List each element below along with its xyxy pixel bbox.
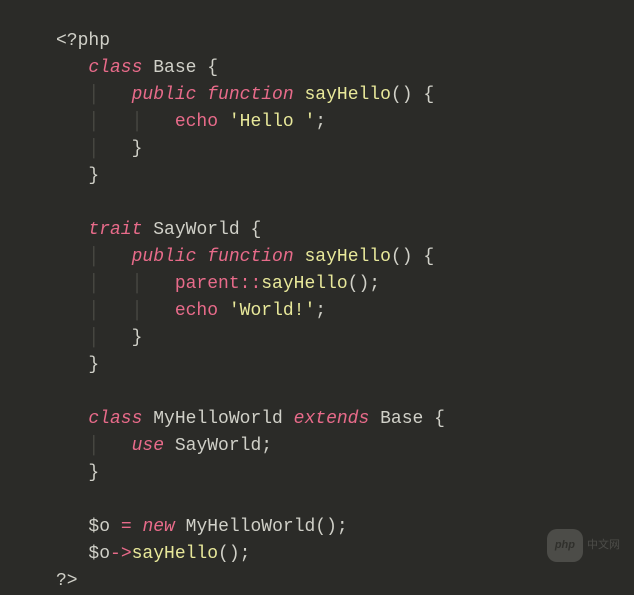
code-line: │ use SayWorld; bbox=[56, 433, 634, 460]
class-name: MyHelloWorld bbox=[186, 517, 316, 537]
trait-name: SayWorld bbox=[153, 220, 239, 240]
code-line: } bbox=[56, 163, 634, 190]
code-block: <?php class Base { │ public function say… bbox=[56, 28, 634, 595]
code-line: │ } bbox=[56, 325, 634, 352]
keyword-extends: extends bbox=[294, 409, 370, 429]
code-line: <?php bbox=[56, 28, 634, 55]
operator: = bbox=[121, 517, 132, 537]
code-line: class Base { bbox=[56, 55, 634, 82]
code-line: } bbox=[56, 352, 634, 379]
brace: { bbox=[423, 247, 434, 267]
semicolon: ; bbox=[369, 274, 380, 294]
string-literal: 'Hello ' bbox=[229, 112, 315, 132]
brace: } bbox=[132, 139, 143, 159]
brace: { bbox=[250, 220, 261, 240]
arrow-op: -> bbox=[110, 544, 132, 564]
code-line: trait SayWorld { bbox=[56, 217, 634, 244]
code-line-blank bbox=[56, 487, 634, 514]
keyword-new: new bbox=[142, 517, 174, 537]
code-line: } bbox=[56, 460, 634, 487]
watermark-badge: php bbox=[547, 529, 583, 562]
parens: () bbox=[218, 544, 240, 564]
method-call: sayHello bbox=[261, 274, 347, 294]
semicolon: ; bbox=[337, 517, 348, 537]
class-name: MyHelloWorld bbox=[153, 409, 283, 429]
code-line: │ } bbox=[56, 136, 634, 163]
string-literal: 'World!' bbox=[229, 301, 315, 321]
keyword-public: public bbox=[132, 247, 197, 267]
keyword-class: class bbox=[88, 409, 142, 429]
keyword-public: public bbox=[132, 85, 197, 105]
keyword-trait: trait bbox=[88, 220, 142, 240]
function-name: sayHello bbox=[304, 85, 390, 105]
watermark: php 中文网 bbox=[547, 529, 620, 562]
php-open-tag: <?php bbox=[56, 31, 110, 51]
brace: } bbox=[132, 328, 143, 348]
code-line: │ │ echo 'World!'; bbox=[56, 298, 634, 325]
class-name: Base bbox=[380, 409, 423, 429]
keyword-echo: echo bbox=[175, 301, 218, 321]
semicolon: ; bbox=[261, 436, 272, 456]
code-line-blank bbox=[56, 379, 634, 406]
code-line: │ public function sayHello() { bbox=[56, 82, 634, 109]
variable: $o bbox=[88, 517, 110, 537]
parens: () bbox=[391, 247, 413, 267]
code-line: ?> bbox=[56, 568, 634, 595]
function-name: sayHello bbox=[304, 247, 390, 267]
parens: () bbox=[391, 85, 413, 105]
brace: } bbox=[88, 463, 99, 483]
keyword-class: class bbox=[88, 58, 142, 78]
keyword-use: use bbox=[132, 436, 164, 456]
brace: } bbox=[88, 355, 99, 375]
brace: { bbox=[207, 58, 218, 78]
class-name: Base bbox=[153, 58, 196, 78]
method-call: sayHello bbox=[132, 544, 218, 564]
brace: } bbox=[88, 166, 99, 186]
keyword-function: function bbox=[207, 85, 293, 105]
semicolon: ; bbox=[240, 544, 251, 564]
watermark-text: 中文网 bbox=[587, 532, 620, 559]
brace: { bbox=[434, 409, 445, 429]
code-line: │ │ parent::sayHello(); bbox=[56, 271, 634, 298]
semicolon: ; bbox=[315, 112, 326, 132]
variable: $o bbox=[88, 544, 110, 564]
keyword-echo: echo bbox=[175, 112, 218, 132]
scope-op: :: bbox=[240, 274, 262, 294]
php-close-tag: ?> bbox=[56, 571, 78, 591]
keyword-function: function bbox=[207, 247, 293, 267]
parens: () bbox=[315, 517, 337, 537]
semicolon: ; bbox=[315, 301, 326, 321]
keyword-parent: parent bbox=[175, 274, 240, 294]
code-line: │ public function sayHello() { bbox=[56, 244, 634, 271]
brace: { bbox=[423, 85, 434, 105]
parens: () bbox=[348, 274, 370, 294]
code-line: │ │ echo 'Hello '; bbox=[56, 109, 634, 136]
code-line-blank bbox=[56, 190, 634, 217]
trait-name: SayWorld bbox=[175, 436, 261, 456]
code-line: class MyHelloWorld extends Base { bbox=[56, 406, 634, 433]
